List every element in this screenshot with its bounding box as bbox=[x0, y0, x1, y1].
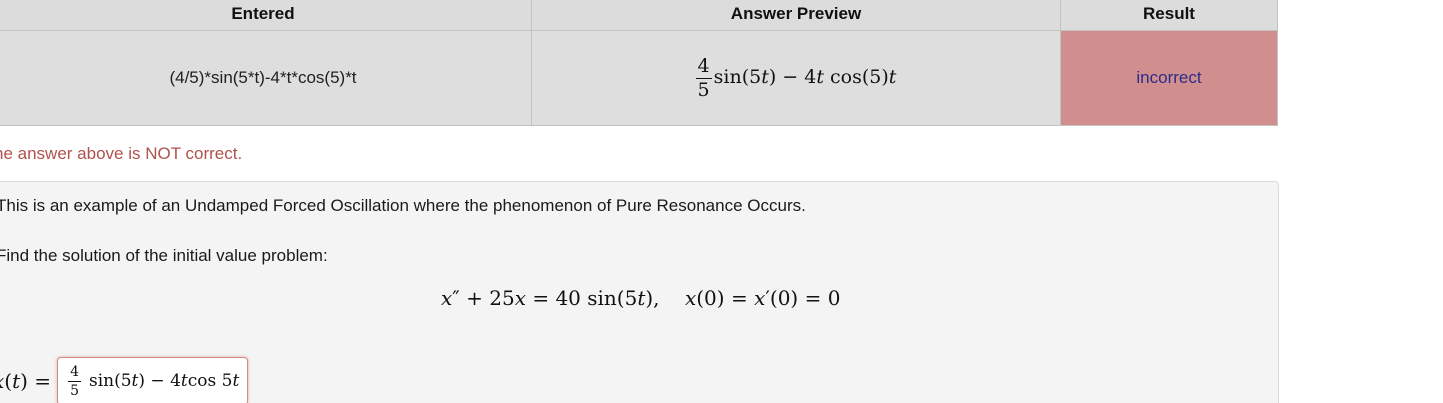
eq-part: ), bbox=[645, 286, 685, 310]
header-entered: Entered bbox=[0, 0, 532, 31]
preview-fraction: 4 5 bbox=[695, 54, 712, 101]
eq-part: = 40 sin(5 bbox=[525, 286, 638, 310]
problem-equation: x″ + 25x = 40 sin(5t), x(0) = x′(0) = 0 bbox=[441, 286, 840, 310]
answer-fraction: 4 5 bbox=[68, 365, 81, 398]
answer-frac-num: 4 bbox=[68, 363, 81, 382]
answer-var-t: t bbox=[232, 371, 240, 391]
results-table: Entered Answer Preview Result (4/5)*sin(… bbox=[0, 0, 1278, 126]
result-cell: incorrect bbox=[1060, 30, 1278, 126]
problem-find-text: Find the solution of the initial value p… bbox=[0, 246, 328, 265]
eq-part: (0) = bbox=[696, 286, 755, 310]
answer-expr-part: sin(5 bbox=[88, 371, 132, 391]
eq-var: x bbox=[754, 286, 766, 310]
preview-var-t: t bbox=[888, 66, 897, 88]
answer-input-field[interactable]: 4 5 sin(5 t) − 4t cos 5t bbox=[57, 357, 249, 403]
answer-preview-cell: 4 5 sin(5t) − 4t cos(5)t bbox=[531, 30, 1061, 126]
answer-var-t: t bbox=[131, 371, 139, 391]
header-result: Result bbox=[1060, 0, 1278, 31]
entered-cell: (4/5)*sin(5*t)-4*t*cos(5)*t bbox=[0, 30, 532, 126]
problem-intro-text: This is an example of an Undamped Forced… bbox=[0, 196, 806, 215]
eq-var: x bbox=[441, 286, 453, 310]
preview-expr-part: ) − 4 bbox=[768, 66, 817, 88]
eq-var: x bbox=[684, 286, 697, 310]
header-answer-preview: Answer Preview bbox=[531, 0, 1061, 31]
preview-frac-den: 5 bbox=[697, 78, 710, 101]
preview-frac-num: 4 bbox=[695, 54, 712, 79]
answer-label-part: ( bbox=[4, 369, 13, 393]
answer-label: x(t) = bbox=[0, 369, 51, 393]
preview-expr-part: cos(5) bbox=[824, 66, 889, 88]
eq-part: ′(0) = 0 bbox=[765, 286, 841, 310]
results-header-row: Entered Answer Preview Result bbox=[0, 0, 1278, 31]
answer-frac-den: 5 bbox=[70, 382, 79, 399]
feedback-message: he answer above is NOT correct. bbox=[0, 144, 243, 163]
preview-var-t: t bbox=[761, 66, 769, 88]
answer-label-var: t bbox=[12, 369, 21, 393]
preview-var-t: t bbox=[816, 66, 824, 88]
problem-box: This is an example of an Undamped Forced… bbox=[0, 181, 1279, 403]
preview-expr-part: sin(5 bbox=[713, 66, 762, 88]
answer-row: x(t) = 4 5 sin(5t) − 4t cos 5t bbox=[0, 356, 249, 403]
answer-var-t: t bbox=[180, 371, 188, 391]
eq-part: ″ + 25 bbox=[452, 286, 515, 310]
answer-expr-part: ) − 4 bbox=[138, 371, 181, 391]
answer-label-part: ) = bbox=[20, 369, 52, 393]
answer-expr-part: cos 5 bbox=[187, 371, 233, 391]
eq-var: x bbox=[514, 286, 526, 310]
webwork-problem-page: Entered Answer Preview Result (4/5)*sin(… bbox=[0, 0, 1443, 403]
results-row: (4/5)*sin(5*t)-4*t*cos(5)*t 4 5 sin(5t) … bbox=[0, 30, 1278, 126]
answer-preview-math: 4 5 sin(5t) − 4t cos(5)t bbox=[695, 56, 897, 99]
